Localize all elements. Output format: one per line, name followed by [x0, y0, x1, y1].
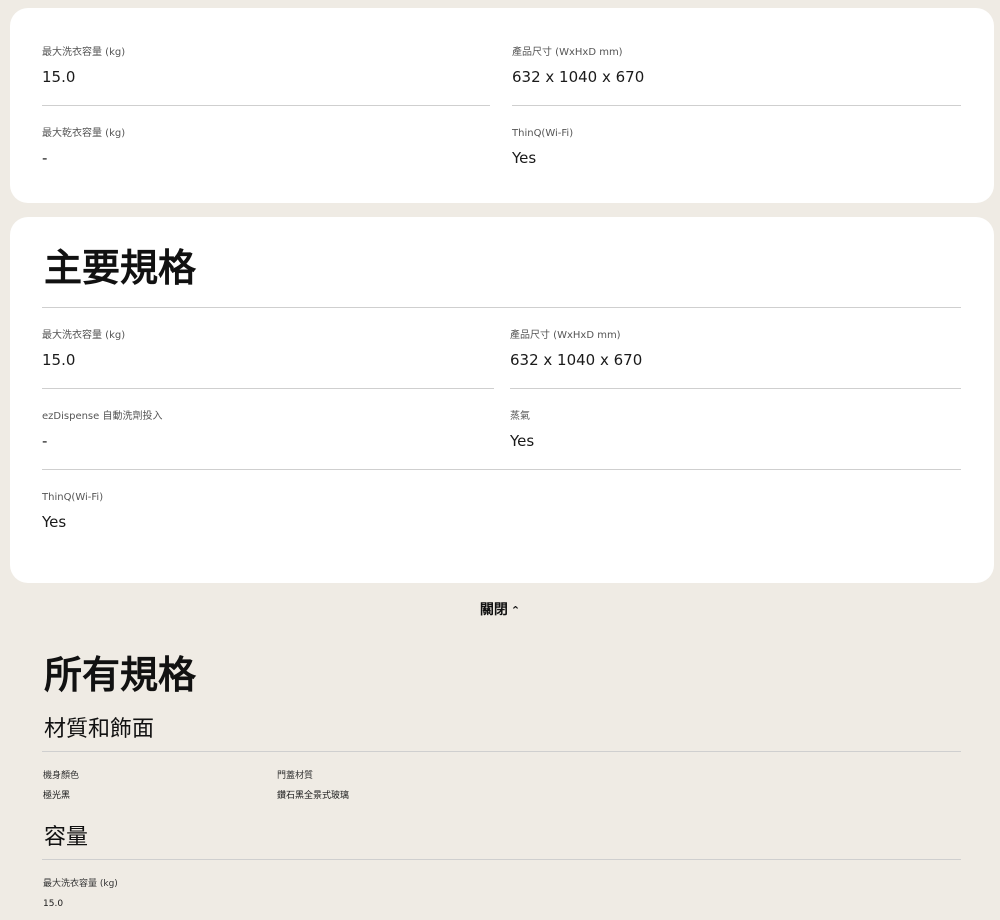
body-color-spec: 機身顏色 極光黑: [43, 771, 79, 802]
spec-value: Yes: [42, 513, 67, 531]
key-spec-thinq: ThinQ(Wi-Fi) Yes: [42, 492, 103, 531]
chevron-up-icon: ⌃: [510, 604, 521, 617]
key-spec-steam: 蒸氣 Yes: [510, 411, 534, 450]
spec-value: Yes: [512, 149, 537, 167]
summary-max-dry: 最大乾衣容量 (kg) -: [42, 128, 125, 167]
spec-label: 蒸氣: [510, 411, 530, 422]
summary-thinq: ThinQ(Wi-Fi) Yes: [512, 128, 573, 167]
spec-label: 最大洗衣容量 (kg): [43, 879, 118, 889]
spec-value: 15.0: [43, 899, 64, 909]
spec-value: -: [42, 149, 48, 167]
summary-card: 最大洗衣容量 (kg) 15.0 產品尺寸 (WxHxD mm) 632 x 1…: [10, 8, 994, 203]
divider: [510, 388, 961, 389]
spec-value: 15.0: [42, 68, 76, 86]
capacity-heading: 容量: [44, 825, 89, 850]
key-spec-ezdispense: ezDispense 自動洗劑投入 -: [42, 411, 162, 450]
summary-size: 產品尺寸 (WxHxD mm) 632 x 1040 x 670: [512, 47, 644, 86]
key-specs-card: 主要規格 最大洗衣容量 (kg) 15.0 產品尺寸 (WxHxD mm) 63…: [10, 217, 994, 583]
divider: [42, 859, 961, 860]
all-specs-title: 所有規格: [44, 653, 197, 697]
spec-label: ThinQ(Wi-Fi): [42, 492, 104, 503]
key-spec-size: 產品尺寸 (WxHxD mm) 632 x 1040 x 670: [510, 330, 642, 369]
spec-value: 15.0: [42, 351, 76, 369]
spec-value: 632 x 1040 x 670: [510, 351, 643, 369]
divider: [512, 105, 961, 106]
spec-label: 產品尺寸 (WxHxD mm): [512, 47, 623, 58]
spec-value: 鑽石黑全景式玻璃: [277, 791, 350, 801]
divider: [42, 388, 494, 389]
spec-label: 最大洗衣容量 (kg): [42, 330, 126, 341]
spec-value: 極光黑: [43, 791, 71, 801]
divider: [42, 469, 961, 470]
spec-label: 門蓋材質: [277, 771, 314, 781]
divider: [42, 307, 961, 308]
spec-value: 632 x 1040 x 670: [512, 68, 645, 86]
spec-label: 產品尺寸 (WxHxD mm): [510, 330, 621, 341]
capacity-max-wash-spec: 最大洗衣容量 (kg) 15.0: [43, 879, 118, 910]
key-spec-max-wash: 最大洗衣容量 (kg) 15.0: [42, 330, 125, 369]
close-label: 關閉: [479, 602, 508, 618]
close-specs-button[interactable]: 關閉 ⌃: [0, 600, 1000, 621]
key-specs-title: 主要規格: [44, 246, 197, 290]
spec-value: Yes: [510, 432, 535, 450]
spec-label: 最大洗衣容量 (kg): [42, 47, 126, 58]
spec-value: -: [42, 432, 48, 450]
spec-label: 機身顏色: [43, 771, 80, 781]
spec-label: ezDispense 自動洗劑投入: [42, 411, 163, 422]
spec-label: 最大乾衣容量 (kg): [42, 128, 126, 139]
material-heading: 材質和飾面: [44, 717, 155, 742]
divider: [42, 751, 961, 752]
door-material-spec: 門蓋材質 鑽石黑全景式玻璃: [277, 771, 349, 802]
spec-label: ThinQ(Wi-Fi): [512, 128, 574, 139]
divider: [42, 105, 490, 106]
summary-max-wash: 最大洗衣容量 (kg) 15.0: [42, 47, 125, 86]
